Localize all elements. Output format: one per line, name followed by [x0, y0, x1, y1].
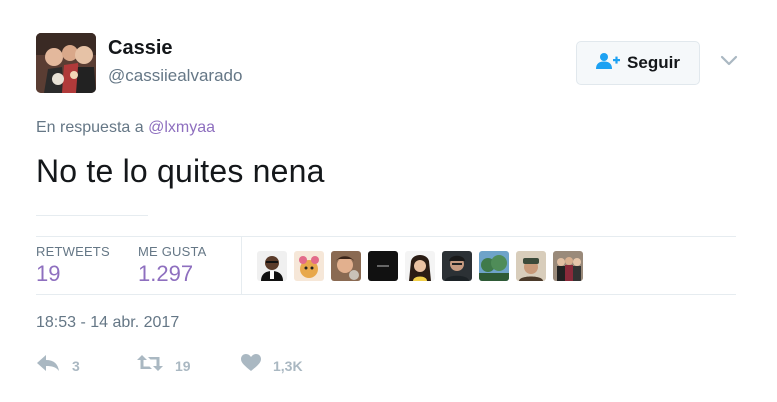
user-handle[interactable]: @cassiiealvarado — [108, 66, 242, 86]
like-count: 1,3K — [273, 357, 303, 374]
follow-button[interactable]: Seguir — [576, 41, 700, 85]
avatar[interactable] — [36, 33, 96, 93]
liker-avatar[interactable] — [553, 251, 583, 281]
heart-icon — [241, 354, 261, 377]
retweets-label: RETWEETS — [36, 244, 110, 259]
reply-handle-link[interactable]: @lxmyaa — [148, 119, 215, 136]
tweet-text: No te lo quites nena — [36, 153, 325, 189]
liker-avatar[interactable] — [257, 251, 287, 281]
liker-avatar[interactable] — [479, 251, 509, 281]
likes-count: 1.297 — [138, 261, 194, 286]
stats-divider-bottom — [36, 294, 736, 295]
liker-avatar[interactable] — [516, 251, 546, 281]
follow-button-label: Seguir — [627, 53, 680, 72]
stats-divider-vertical — [241, 237, 242, 294]
reply-context: En respuesta a @lxmyaa — [36, 119, 215, 137]
retweet-icon — [137, 354, 163, 377]
liker-avatars — [257, 251, 583, 281]
divider — [36, 215, 148, 216]
retweet-count: 19 — [175, 357, 191, 374]
reply-count: 3 — [72, 357, 80, 374]
liker-avatar[interactable] — [405, 251, 435, 281]
follow-user-icon — [596, 52, 621, 75]
retweets-stat[interactable]: RETWEETS 19 — [36, 244, 110, 287]
liker-avatar[interactable] — [368, 251, 398, 281]
reply-prefix: En respuesta a — [36, 119, 144, 136]
likes-label: ME GUSTA — [138, 244, 207, 259]
like-button[interactable]: 1,3K — [241, 354, 303, 377]
retweet-button[interactable]: 19 — [137, 354, 191, 377]
chevron-down-icon[interactable] — [720, 54, 738, 66]
reply-button[interactable]: 3 — [36, 354, 80, 377]
stats-divider-top — [36, 236, 736, 237]
user-name[interactable]: Cassie — [108, 37, 173, 60]
liker-avatar[interactable] — [294, 251, 324, 281]
liker-avatar[interactable] — [331, 251, 361, 281]
retweets-count: 19 — [36, 261, 61, 286]
liker-avatar[interactable] — [442, 251, 472, 281]
tweet-timestamp[interactable]: 18:53 - 14 abr. 2017 — [36, 314, 179, 332]
likes-stat[interactable]: ME GUSTA 1.297 — [138, 244, 207, 287]
reply-icon — [36, 354, 60, 377]
